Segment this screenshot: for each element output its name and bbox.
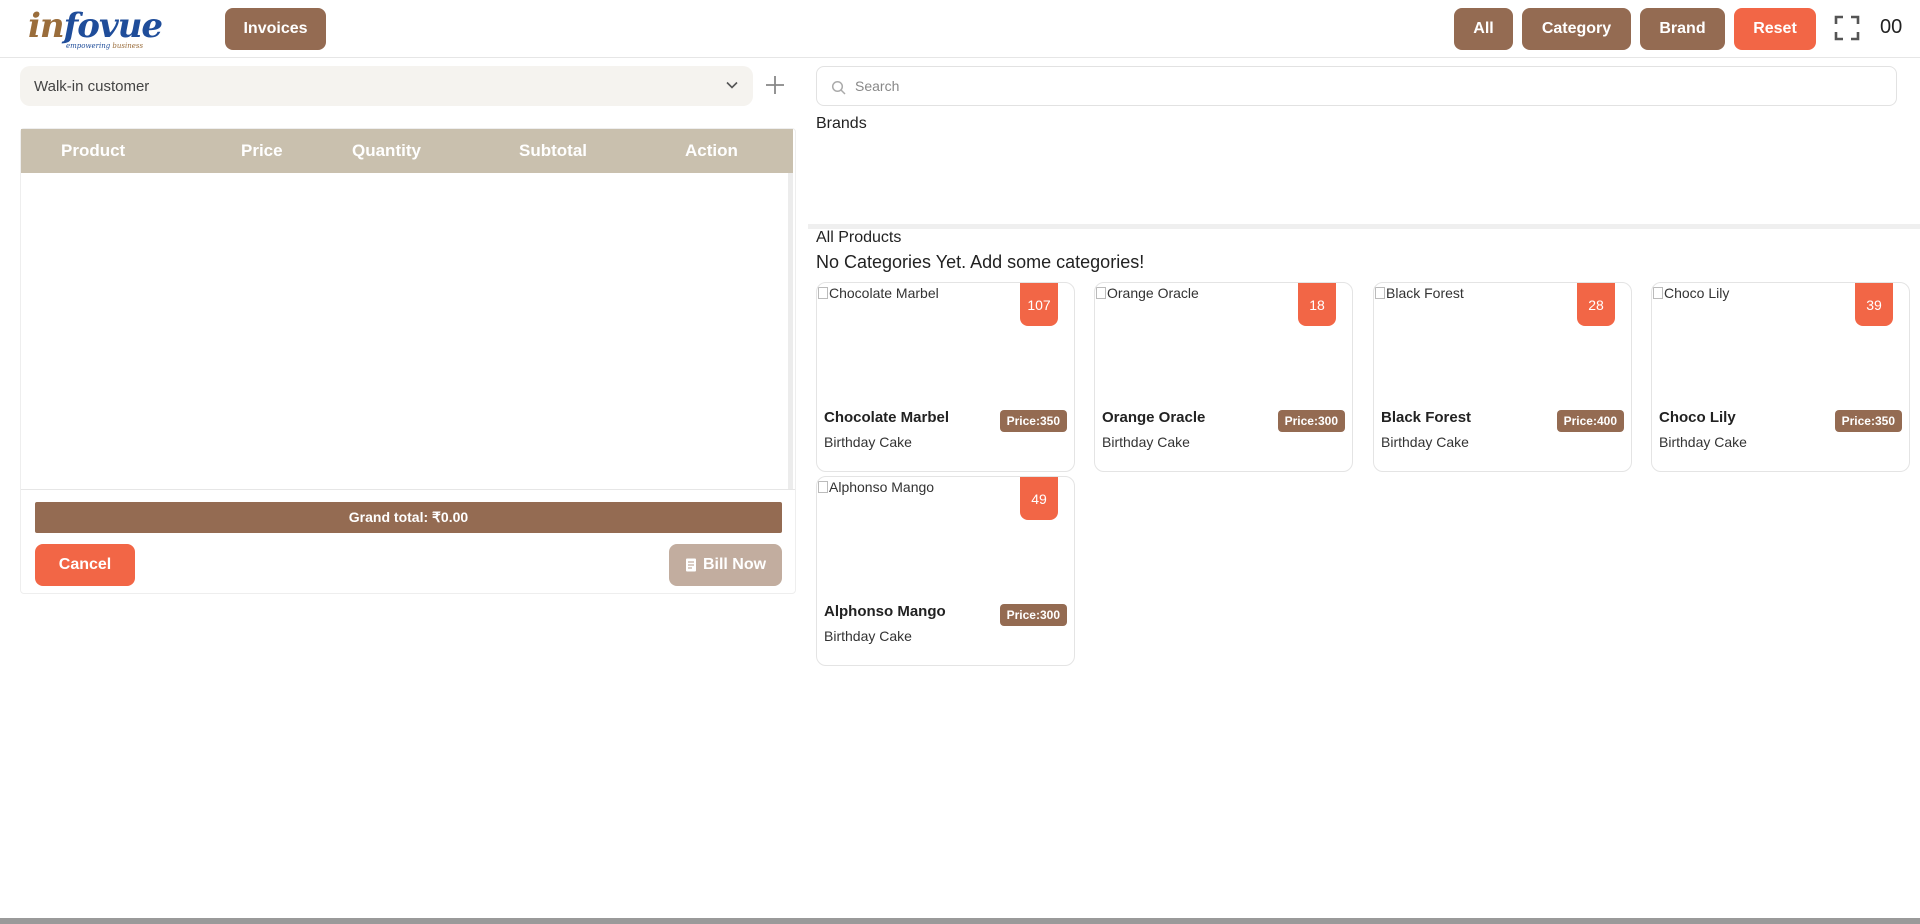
- filter-category-button[interactable]: Category: [1522, 8, 1631, 50]
- broken-image-icon: [1653, 287, 1663, 299]
- column-header-product: Product: [61, 141, 126, 160]
- bill-now-button[interactable]: Bill Now: [669, 544, 782, 586]
- broken-image-icon: [1375, 287, 1385, 299]
- product-category: Birthday Cake: [824, 628, 912, 644]
- product-name: Black Forest: [1381, 409, 1472, 426]
- product-image: Chocolate Marbel: [818, 285, 939, 301]
- product-name: Chocolate Marbel: [824, 409, 950, 426]
- price-badge: Price:350: [999, 410, 1067, 432]
- brands-heading: Brands: [816, 115, 867, 132]
- price-badge: Price:350: [1834, 410, 1902, 432]
- customer-select-value: Walk-in customer: [34, 77, 150, 95]
- chevron-down-icon: [726, 81, 738, 89]
- product-card[interactable]: Black Forest 28 Black Forest Price:400 B…: [1373, 282, 1632, 472]
- product-card[interactable]: Orange Oracle 18 Orange Oracle Price:300…: [1094, 282, 1353, 472]
- logo-tagline: empowering business: [66, 42, 144, 50]
- divider: [21, 489, 795, 490]
- stock-badge: 28: [1577, 283, 1615, 326]
- product-card[interactable]: Alphonso Mango 49 Alphonso Mango Price:3…: [816, 476, 1075, 666]
- product-category: Birthday Cake: [824, 434, 912, 450]
- product-name: Alphonso Mango: [824, 603, 946, 620]
- cancel-button[interactable]: Cancel: [35, 544, 135, 586]
- search-icon: [831, 80, 846, 95]
- infovue-logo[interactable]: infovue empowering business: [28, 6, 163, 52]
- broken-image-icon: [818, 481, 828, 493]
- product-image: Orange Oracle: [1096, 285, 1199, 301]
- customer-select[interactable]: Walk-in customer: [20, 66, 753, 106]
- bill-now-label: Bill Now: [702, 556, 767, 573]
- price-badge: Price:400: [1556, 410, 1624, 432]
- product-image: Black Forest: [1375, 285, 1464, 301]
- stock-badge: 107: [1020, 283, 1058, 326]
- product-name: Orange Oracle: [1102, 409, 1206, 426]
- product-category: Birthday Cake: [1381, 434, 1469, 450]
- section-divider: [808, 224, 1920, 229]
- receipt-icon: [685, 558, 696, 572]
- price-badge: Price:300: [1277, 410, 1345, 432]
- logo-word-part1: in: [28, 6, 65, 46]
- price-badge: Price:300: [999, 604, 1067, 626]
- clock-display: 00: [1880, 16, 1903, 38]
- product-search[interactable]: [816, 66, 1897, 106]
- stock-badge: 39: [1855, 283, 1893, 326]
- filter-all-button[interactable]: All: [1454, 8, 1513, 50]
- horizontal-scrollbar[interactable]: [0, 918, 1920, 924]
- column-header-action: Action: [685, 141, 738, 160]
- column-header-price: Price: [241, 141, 283, 160]
- filter-brand-button[interactable]: Brand: [1640, 8, 1725, 50]
- product-category: Birthday Cake: [1659, 434, 1747, 450]
- product-category: Birthday Cake: [1102, 434, 1190, 450]
- no-categories-message: No Categories Yet. Add some categories!: [816, 252, 1145, 272]
- top-bar: infovue empowering business Invoices All…: [0, 0, 1920, 58]
- product-image: Choco Lily: [1653, 285, 1729, 301]
- cart-items-area: [21, 173, 793, 489]
- reset-button[interactable]: Reset: [1734, 8, 1816, 50]
- grand-total-bar: Grand total: ₹0.00: [35, 502, 782, 533]
- search-input[interactable]: [855, 78, 1896, 94]
- cart-table-header: Product Price Quantity Subtotal Action: [21, 129, 793, 173]
- fullscreen-icon[interactable]: [1834, 15, 1860, 41]
- stock-badge: 18: [1298, 283, 1336, 326]
- column-header-quantity: Quantity: [352, 141, 421, 160]
- product-card[interactable]: Choco Lily 39 Choco Lily Price:350 Birth…: [1651, 282, 1910, 472]
- broken-image-icon: [1096, 287, 1106, 299]
- add-customer-plus-icon[interactable]: [764, 74, 786, 96]
- product-name: Choco Lily: [1659, 409, 1736, 426]
- product-card[interactable]: Chocolate Marbel 107 Chocolate Marbel Pr…: [816, 282, 1075, 472]
- cart-panel: Product Price Quantity Subtotal Action G…: [20, 128, 796, 594]
- stock-badge: 49: [1020, 477, 1058, 520]
- product-image: Alphonso Mango: [818, 479, 934, 495]
- column-header-subtotal: Subtotal: [519, 141, 587, 160]
- logo-word-part2: fovue: [63, 6, 163, 46]
- broken-image-icon: [818, 287, 828, 299]
- invoices-button[interactable]: Invoices: [225, 8, 326, 50]
- all-products-heading: All Products: [816, 229, 902, 246]
